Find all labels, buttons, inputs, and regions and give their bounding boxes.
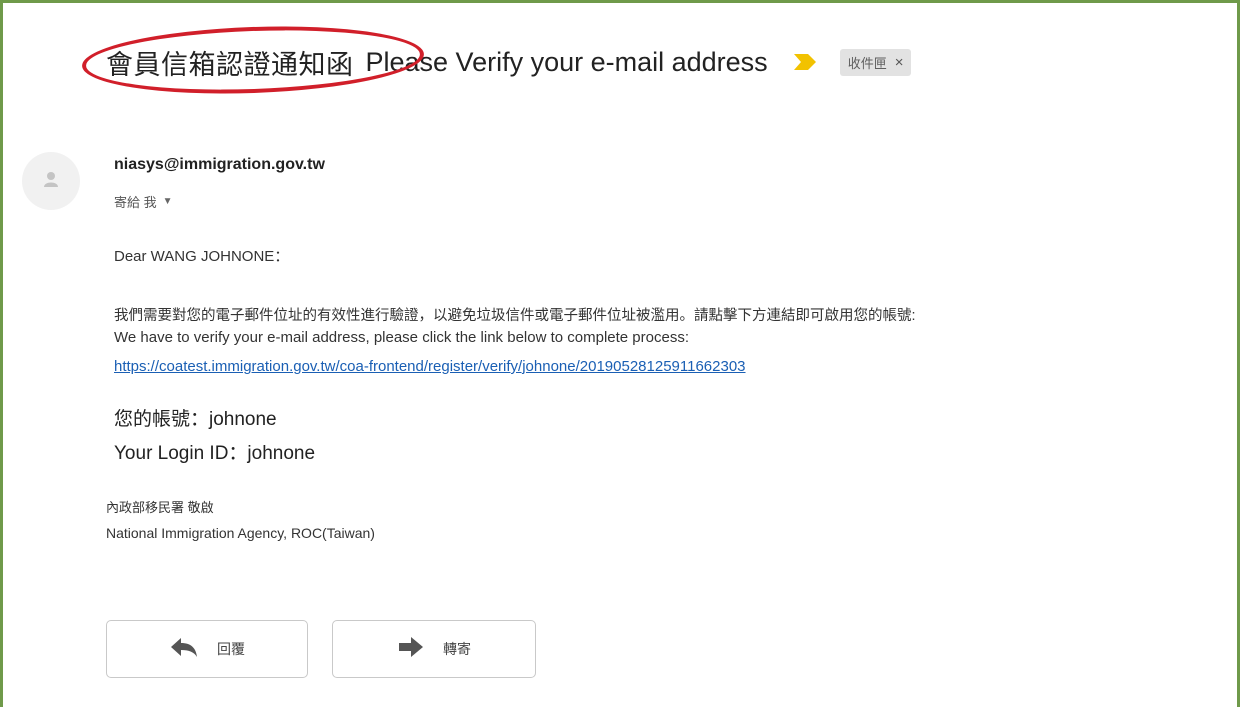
account-line: 您的帳號：johnone [114, 409, 277, 430]
show-details-caret-icon[interactable]: ▼ [163, 196, 173, 207]
subject-row: 會員信箱認證通知函 Please Verify your e-mail addr… [106, 40, 912, 84]
sender-avatar[interactable] [22, 152, 80, 210]
inbox-label-chip[interactable]: 收件匣 × [839, 48, 912, 76]
to-me-label: 寄給 我 [114, 195, 157, 210]
email-view-frame [0, 0, 1240, 707]
subject-title-en: Please Verify your e-mail address [365, 46, 768, 77]
forward-label: 轉寄 [443, 641, 471, 657]
subject-title-zh: 會員信箱認證通知函 [106, 49, 354, 80]
instruction-en: We have to verify your e-mail address, p… [114, 329, 689, 346]
remove-label-icon[interactable]: × [895, 54, 904, 71]
instruction-zh: 我們需要對您的電子郵件位址的有效性進行驗證，以避免垃圾信件或電子郵件位址被濫用。… [114, 308, 916, 324]
forward-arrow-icon [397, 636, 425, 663]
reply-label: 回覆 [217, 641, 245, 657]
signature-en: National Immigration Agency, ROC(Taiwan) [106, 525, 375, 541]
verify-link[interactable]: https://coatest.immigration.gov.tw/coa-f… [114, 358, 746, 375]
inbox-label-text: 收件匣 [847, 55, 887, 71]
signature-zh: 內政部移民署 敬啟 [106, 500, 214, 515]
reply-button[interactable]: 回覆 [106, 620, 308, 678]
greeting: Dear WANG JOHNONE： [114, 248, 290, 265]
reply-arrow-icon [169, 635, 199, 664]
important-arrow-icon[interactable] [792, 51, 818, 73]
login-id-line: Your Login ID：johnone [114, 443, 316, 464]
sender-email[interactable]: niasys@immigration.gov.tw [114, 156, 325, 174]
person-icon [41, 169, 61, 194]
forward-button[interactable]: 轉寄 [332, 620, 536, 678]
recipient-line: 寄給 我 ▼ [114, 192, 173, 211]
